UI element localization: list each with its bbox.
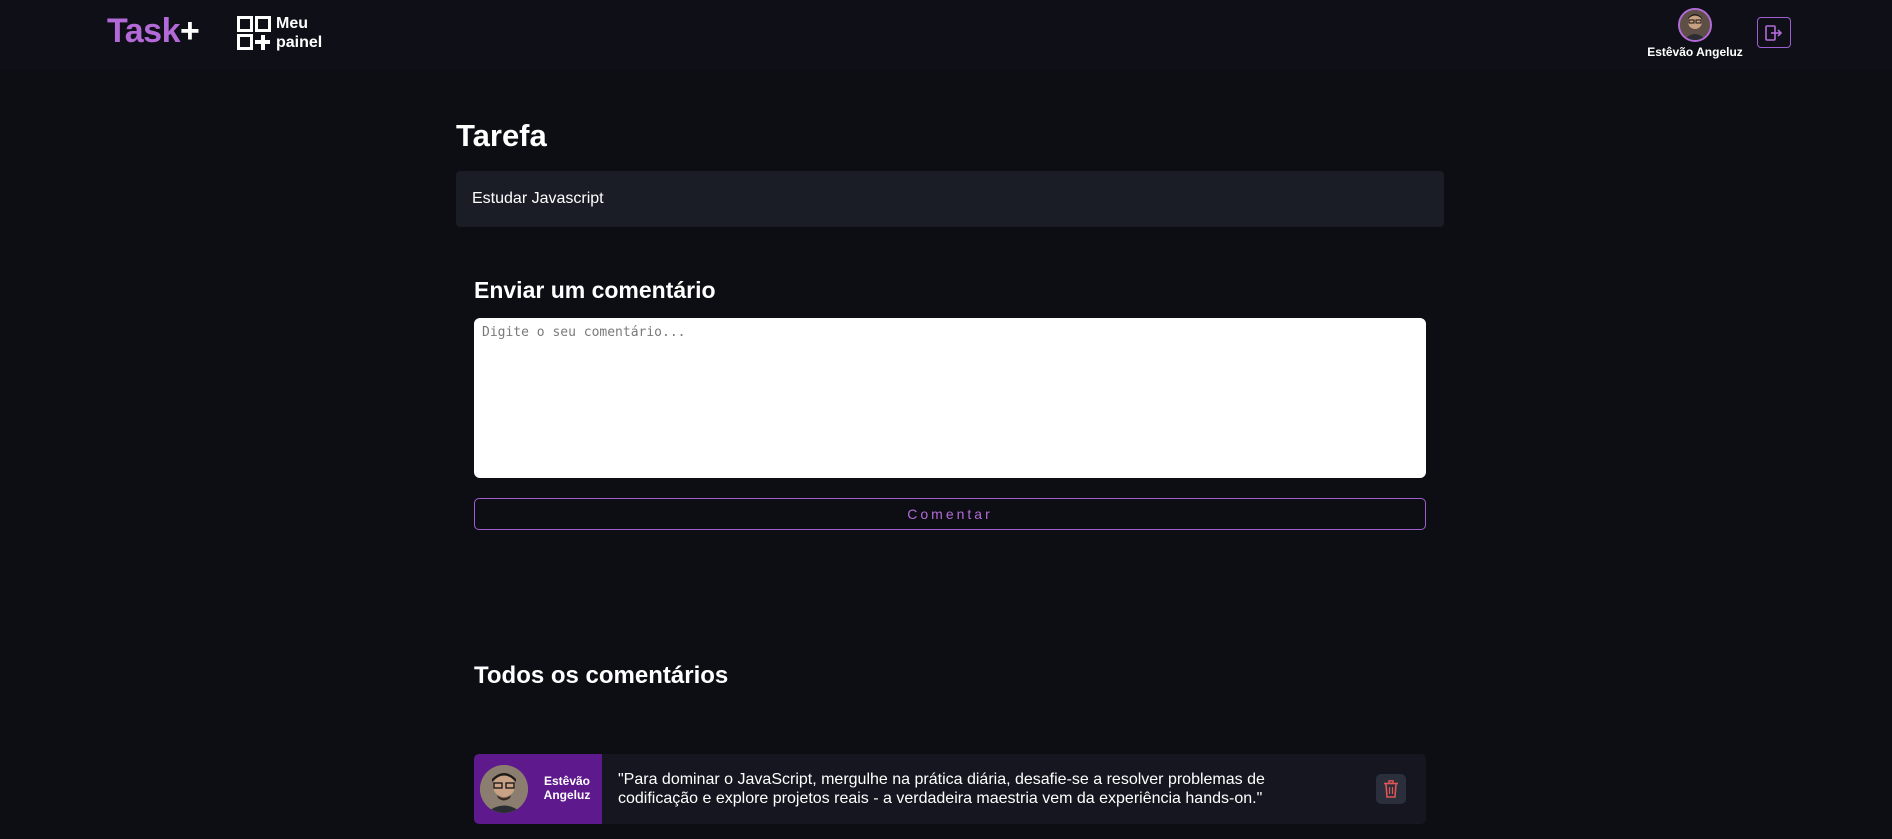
task-heading: Tarefa	[456, 118, 547, 153]
delete-comment-button[interactable]	[1376, 774, 1406, 804]
all-comments-heading: Todos os comentários	[474, 662, 729, 689]
comment-textarea[interactable]	[474, 318, 1426, 478]
comment-author-badge: Estêvão Angeluz	[474, 754, 602, 824]
logout-icon	[1765, 24, 1783, 41]
comment-author-first: Estêvão	[543, 774, 591, 788]
dashboard-add-icon	[237, 16, 271, 50]
comment-author-avatar	[480, 765, 528, 813]
app-logo[interactable]: Task+	[107, 12, 200, 51]
logout-button[interactable]	[1757, 17, 1791, 48]
comment-author-name: Estêvão Angeluz	[534, 774, 600, 802]
comment-author-last: Angeluz	[543, 788, 591, 802]
logo-text: Task	[107, 12, 180, 50]
logo-plus: +	[179, 12, 200, 50]
task-name-box: Estudar Javascript	[456, 171, 1444, 227]
comment-form-heading: Enviar um comentário	[474, 277, 716, 303]
my-panel-link[interactable]: Meu painel	[237, 14, 324, 52]
comment-submit-button[interactable]: Comentar	[474, 498, 1426, 530]
top-navbar: Task+ Meu painel Estêvão Angeluz	[0, 0, 1892, 70]
user-name: Estêvão Angeluz	[1647, 45, 1743, 59]
user-avatar	[1678, 8, 1712, 42]
trash-icon	[1384, 780, 1398, 798]
comment-text: "Para dominar o JavaScript, mergulhe na …	[618, 771, 1265, 807]
user-profile[interactable]: Estêvão Angeluz	[1640, 8, 1750, 59]
comment-item: Estêvão Angeluz "Para dominar o JavaScri…	[474, 754, 1426, 824]
my-panel-label: Meu painel	[276, 15, 323, 51]
